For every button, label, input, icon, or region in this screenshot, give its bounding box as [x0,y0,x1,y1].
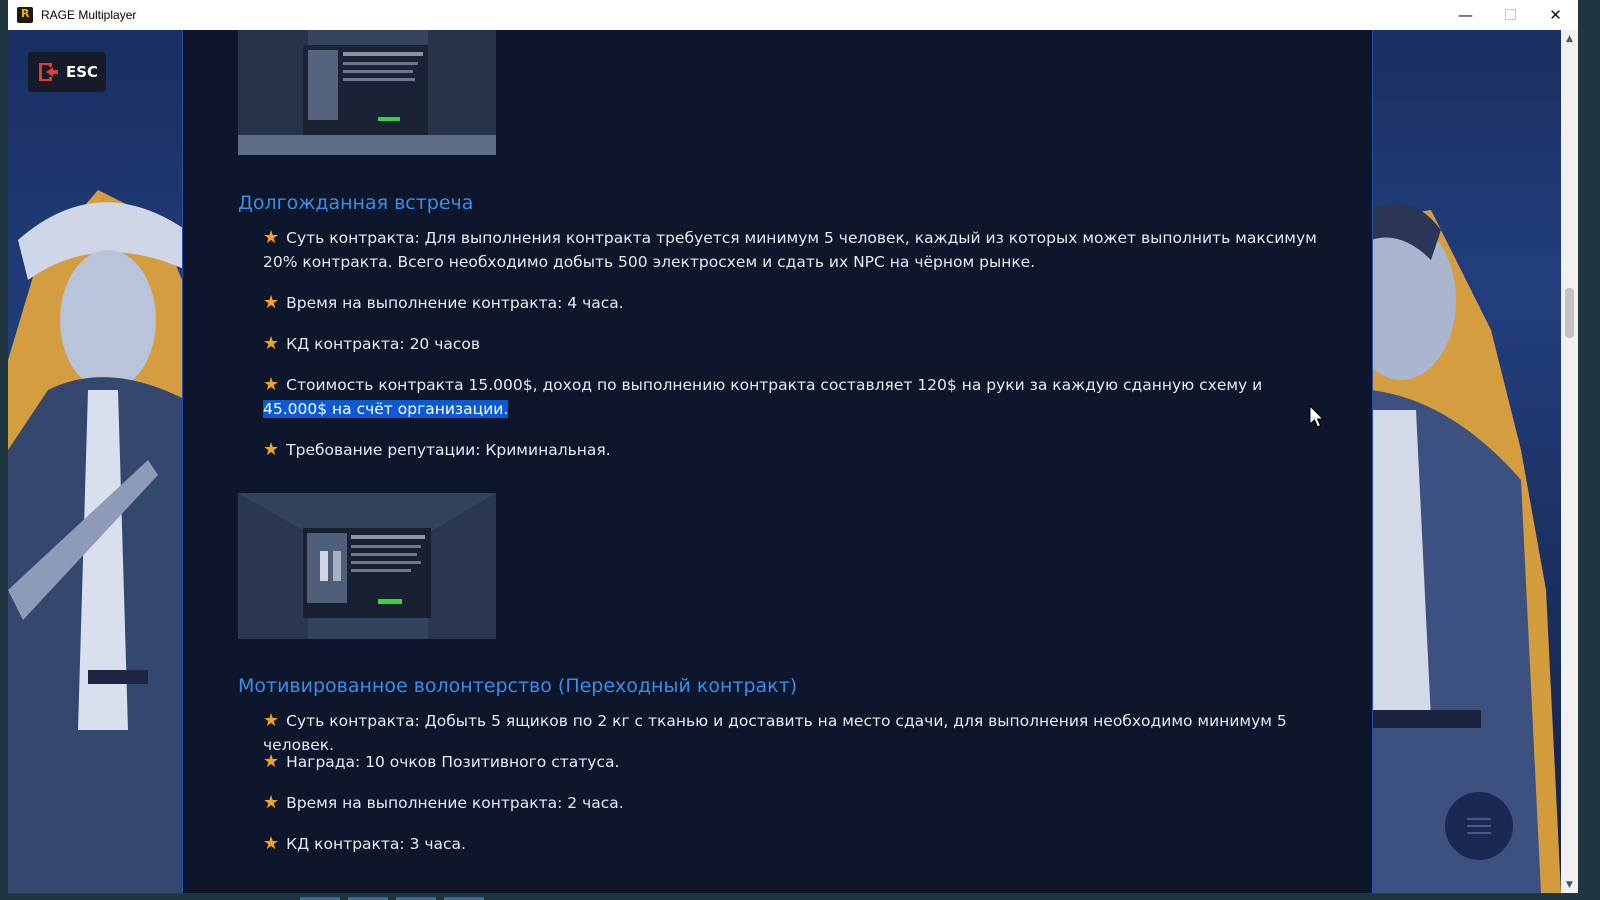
star-icon: ★ [263,333,280,354]
app-window: RAGE Multiplayer — ☐ ✕ [8,0,1578,893]
scroll-down-icon[interactable]: ▼ [1561,876,1578,893]
star-icon: ★ [263,292,280,313]
screenshot-thumbnail[interactable] [238,30,496,155]
exit-icon [38,63,58,81]
list-item: ★ Награда: 10 очков Позитивного статуса. [263,751,620,772]
title-bar: RAGE Multiplayer — ☐ ✕ [8,0,1578,30]
list-item: ★ Время на выполнение контракта: 4 часа. [263,292,624,313]
list-item: ★ Время на выполнение контракта: 2 часа. [263,792,624,813]
taskbar-strip [300,893,484,900]
section-title: Мотивированное волонтерство (Переходный … [238,675,798,697]
list-item: ★ КД контракта: 20 часов [263,333,481,354]
rage-logo-icon [17,7,33,23]
esc-label: ESC [65,63,99,81]
star-icon: ★ [263,833,280,854]
star-icon: ★ [263,374,280,395]
selected-text: 45.000$ на счёт организации. [263,400,509,418]
hamburger-line [1467,825,1491,827]
window-title: RAGE Multiplayer [41,8,137,22]
close-button[interactable]: ✕ [1533,0,1578,30]
cowboy-illustration [8,30,186,893]
scrollbar-thumb[interactable] [1565,288,1574,338]
list-item: ★ Требование репутации: Криминальная. [263,439,611,460]
gangster-illustration [1371,30,1561,893]
minimize-button[interactable]: — [1443,0,1488,30]
hamburger-line [1467,832,1491,834]
star-icon: ★ [263,751,280,772]
screenshot-thumbnail[interactable] [238,493,496,639]
hamburger-icon [1467,818,1491,820]
scroll-up-icon[interactable]: ▲ [1561,30,1578,47]
article-panel: Долгожданная встреча ★ Суть контракта: Дл… [182,30,1373,893]
star-icon: ★ [263,439,280,460]
list-item: ★ КД контракта: 3 часа. [263,833,466,854]
list-item: ★ Суть контракта: Для выполнения контракт… [263,227,1317,271]
section-title: Долгожданная встреча [238,192,474,214]
list-item: ★ Стоимость контракта 15.000$, доход по в… [263,374,1263,418]
maximize-button[interactable]: ☐ [1488,0,1533,30]
vertical-scrollbar[interactable]: ▲ ▼ [1561,30,1578,893]
star-icon: ★ [263,792,280,813]
star-icon: ★ [263,710,280,731]
esc-button[interactable]: ESC [28,52,106,92]
mouse-cursor-icon [1309,405,1325,428]
star-icon: ★ [263,227,280,248]
browser-viewport: ESC Долгожданная встреча ★ Суть контракт… [8,30,1561,893]
menu-button[interactable] [1445,792,1513,860]
